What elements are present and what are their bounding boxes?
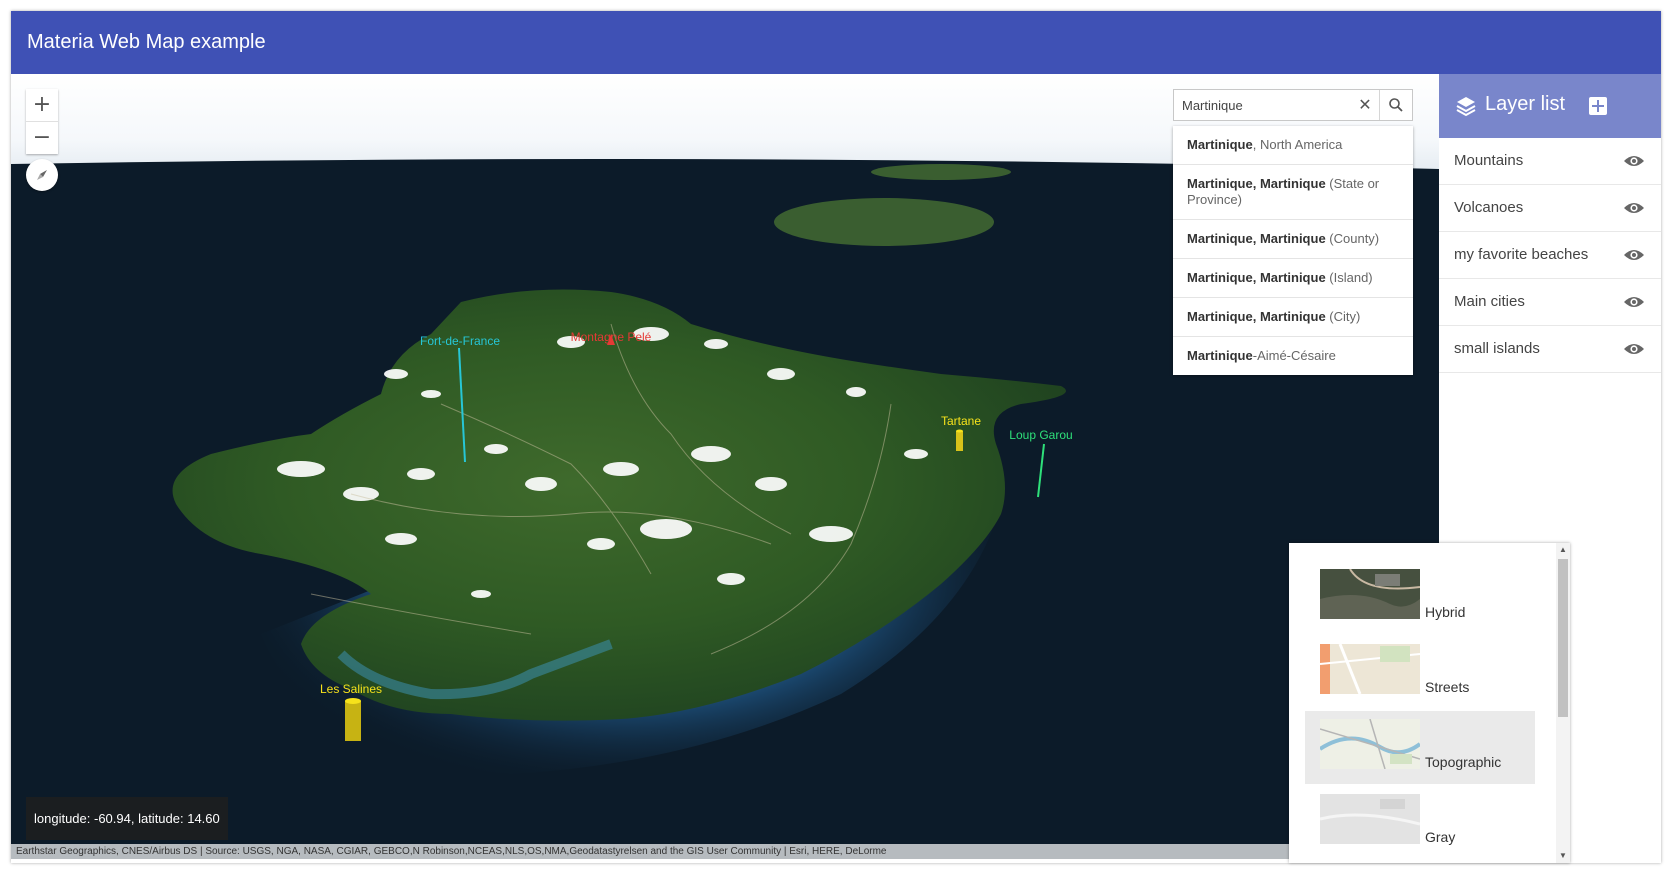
- layer-items: Mountains Volcanoes my favorite beaches …: [1439, 138, 1661, 373]
- basemap-thumbnail: [1320, 569, 1420, 619]
- scroll-down-arrow[interactable]: ▼: [1559, 852, 1567, 860]
- basemap-topographic[interactable]: Topographic: [1305, 711, 1535, 784]
- compass-button[interactable]: [26, 159, 58, 191]
- clear-search-icon[interactable]: ✕: [1356, 96, 1374, 114]
- zoom-in-button[interactable]: +: [26, 89, 58, 121]
- compass-icon: [37, 170, 47, 180]
- beach-cylinder-tartane: [956, 431, 963, 451]
- eye-icon[interactable]: [1623, 341, 1645, 357]
- suggestion-item[interactable]: Martinique-Aimé-Césaire: [1173, 336, 1413, 375]
- eye-icon[interactable]: [1623, 247, 1645, 263]
- map-label-loup-garou: Loup Garou: [1009, 428, 1072, 442]
- layer-list-title: Layer list: [1485, 93, 1566, 115]
- map-label-montagne-pele: Montagne Pelé: [571, 330, 652, 344]
- layer-item-beaches[interactable]: my favorite beaches: [1439, 232, 1661, 279]
- basemap-gallery: Hybrid Streets Topographic Gray ▲ ▼: [1289, 543, 1570, 863]
- eye-icon[interactable]: [1623, 294, 1645, 310]
- layer-item-main-cities[interactable]: Main cities: [1439, 279, 1661, 326]
- layer-item-volcanoes[interactable]: Volcanoes: [1439, 185, 1661, 232]
- layer-list-header: Layer list: [1439, 74, 1661, 138]
- map-attribution: Earthstar Geographics, CNES/Airbus DS | …: [11, 844, 1439, 859]
- suggestion-item[interactable]: Martinique, North America: [1173, 126, 1413, 164]
- gallery-scrollbar[interactable]: ▲ ▼: [1556, 543, 1570, 863]
- search-icon: [1389, 98, 1403, 112]
- eye-icon[interactable]: [1623, 153, 1645, 169]
- beach-cylinder-les-salines: [345, 701, 361, 741]
- basemap-hybrid[interactable]: Hybrid: [1305, 561, 1535, 634]
- add-layer-icon[interactable]: [1589, 97, 1607, 115]
- basemap-label: Gray: [1425, 829, 1456, 845]
- layer-item-label: Mountains: [1454, 152, 1524, 169]
- app-title: Materia Web Map example: [27, 31, 266, 53]
- basemap-thumbnail: [1320, 794, 1420, 844]
- search-button[interactable]: [1379, 90, 1412, 120]
- suggestion-item[interactable]: Martinique, Martinique (Island): [1173, 258, 1413, 297]
- basemap-label: Hybrid: [1425, 604, 1466, 620]
- map-label-les-salines: Les Salines: [320, 682, 382, 696]
- distant-island: [774, 198, 994, 246]
- scroll-thumb[interactable]: [1558, 559, 1568, 717]
- suggestion-item[interactable]: Martinique, Martinique (State or Provinc…: [1173, 164, 1413, 219]
- coordinate-readout: longitude: -60.94, latitude: 14.60: [26, 797, 228, 840]
- basemap-label: Streets: [1425, 679, 1470, 695]
- eye-icon[interactable]: [1623, 200, 1645, 216]
- map-label-fort-de-france: Fort-de-France: [420, 334, 500, 348]
- search-suggestions: Martinique, North America Martinique, Ma…: [1173, 126, 1413, 375]
- search-widget: ✕: [1173, 89, 1413, 121]
- search-input[interactable]: [1174, 90, 1360, 120]
- scroll-up-arrow[interactable]: ▲: [1559, 546, 1567, 554]
- layers-icon: [1456, 97, 1476, 117]
- distant-island: [871, 164, 1011, 180]
- basemap-gray[interactable]: Gray: [1305, 786, 1535, 859]
- layer-item-label: Volcanoes: [1454, 199, 1524, 216]
- app-frame: Materia Web Map example Fort-de-France M…: [11, 11, 1661, 863]
- layer-item-label: my favorite beaches: [1454, 246, 1589, 263]
- map-label-tartane: Tartane: [941, 414, 981, 428]
- suggestion-item[interactable]: Martinique, Martinique (City): [1173, 297, 1413, 336]
- zoom-out-button[interactable]: −: [26, 121, 58, 154]
- basemap-label: Topographic: [1425, 754, 1502, 770]
- basemap-thumbnail: [1320, 644, 1420, 694]
- basemap-streets[interactable]: Streets: [1305, 636, 1535, 709]
- app-header: Materia Web Map example: [11, 11, 1661, 74]
- layer-item-label: small islands: [1454, 340, 1540, 357]
- basemap-thumbnail: [1320, 719, 1420, 769]
- layer-item-label: Main cities: [1454, 293, 1525, 310]
- layer-item-mountains[interactable]: Mountains: [1439, 138, 1661, 185]
- suggestion-item[interactable]: Martinique, Martinique (County): [1173, 219, 1413, 258]
- zoom-controls: + −: [26, 89, 58, 154]
- layer-item-small-islands[interactable]: small islands: [1439, 326, 1661, 373]
